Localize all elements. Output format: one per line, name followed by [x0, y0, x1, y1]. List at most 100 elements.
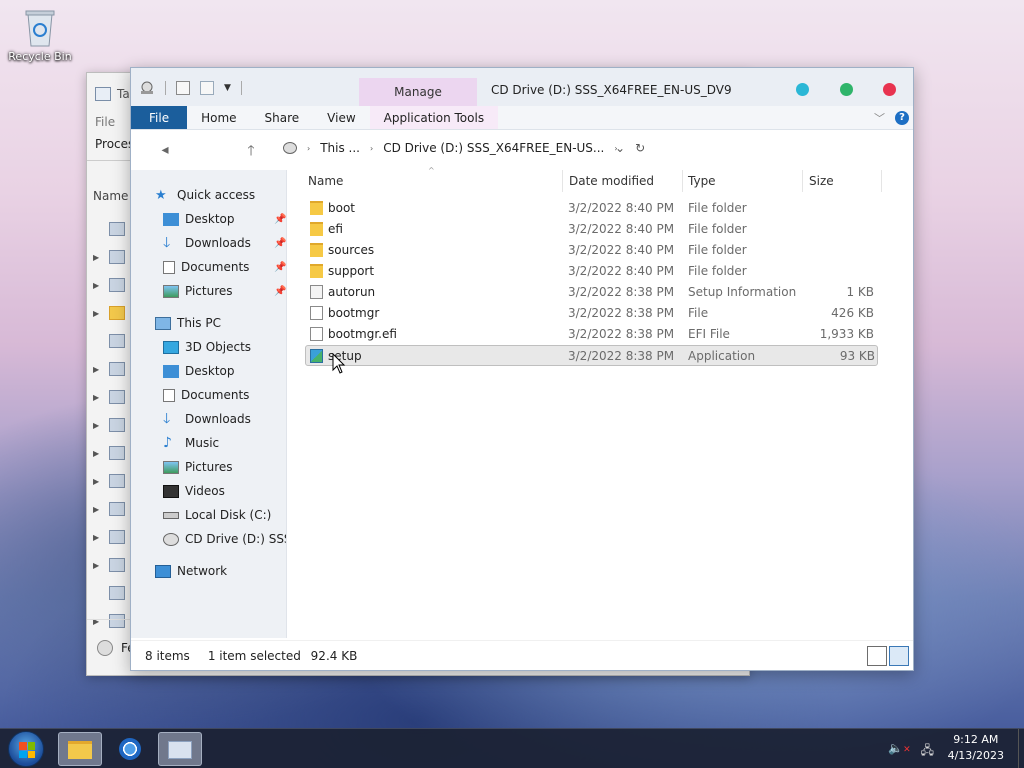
address-bar[interactable]: › This ... › CD Drive (D:) SSS_X64FREE_E…: [283, 141, 618, 155]
process-row[interactable]: ▶: [93, 299, 133, 327]
pin-icon[interactable]: 📌: [274, 286, 286, 297]
new-folder-icon[interactable]: [200, 81, 214, 95]
expand-arrow-icon[interactable]: ▶: [93, 421, 103, 430]
process-row[interactable]: [93, 579, 133, 607]
customize-toolbar-icon[interactable]: ▼: [224, 83, 231, 93]
expand-arrow-icon[interactable]: ▶: [93, 533, 103, 542]
show-desktop-button[interactable]: [1018, 729, 1024, 768]
nav-pc-music[interactable]: ♪ Music: [131, 431, 286, 455]
process-row[interactable]: ▶: [93, 551, 133, 579]
process-row[interactable]: ▶: [93, 355, 133, 383]
expand-ribbon-icon[interactable]: ﹀: [874, 110, 885, 126]
large-icons-view-icon[interactable]: [889, 646, 909, 666]
process-row[interactable]: ▶: [93, 271, 133, 299]
clock[interactable]: 9:12 AM 4/13/2023: [948, 732, 1004, 764]
volume-muted-icon[interactable]: 🔈✕: [888, 741, 911, 762]
breadcrumb-separator-icon[interactable]: ›: [370, 144, 373, 153]
file-row-sources[interactable]: sources 3/2/2022 8:40 PM File folder: [288, 240, 913, 261]
process-row[interactable]: ▶: [93, 467, 133, 495]
file-row-autorun[interactable]: autorun 3/2/2022 8:38 PM Setup Information…: [288, 282, 913, 303]
pin-icon[interactable]: 📌: [274, 262, 286, 273]
taskbar-task-manager-button[interactable]: [158, 732, 202, 766]
network-icon[interactable]: 🖧: [921, 741, 934, 762]
address-history-dropdown-icon[interactable]: ⌄: [615, 141, 625, 155]
up-arrow-icon[interactable]: 🡑: [239, 140, 263, 164]
column-header-name[interactable]: Name: [308, 174, 343, 188]
file-row-bootmgr-efi[interactable]: bootmgr.efi 3/2/2022 8:38 PM EFI File 1,933…: [288, 324, 913, 345]
nav-pc-desktop[interactable]: Desktop: [131, 359, 286, 383]
file-row-setup[interactable]: setup 3/2/2022 8:38 PM Application 93 KB: [305, 345, 878, 366]
expand-arrow-icon[interactable]: ▶: [93, 253, 103, 262]
help-icon[interactable]: ?: [895, 111, 909, 125]
process-row[interactable]: ▶: [93, 439, 133, 467]
nav-pc-local-disk[interactable]: Local Disk (C:): [131, 503, 286, 527]
nav-pc-pictures[interactable]: Pictures: [131, 455, 286, 479]
breadcrumb-this-pc[interactable]: This ...: [320, 141, 360, 155]
pin-icon[interactable]: 📌: [274, 214, 286, 225]
nav-qa-pictures[interactable]: Pictures 📌: [131, 279, 286, 303]
file-row-efi[interactable]: efi 3/2/2022 8:40 PM File folder: [288, 219, 913, 240]
breadcrumb-separator-icon[interactable]: ›: [307, 144, 310, 153]
minimize-button[interactable]: [796, 83, 809, 96]
details-view-icon[interactable]: [867, 646, 887, 666]
process-row[interactable]: ▶: [93, 495, 133, 523]
expand-arrow-icon[interactable]: ▶: [93, 281, 103, 290]
start-button[interactable]: [8, 731, 44, 767]
nav-qa-downloads[interactable]: 🡓 Downloads 📌: [131, 231, 286, 255]
column-header-type[interactable]: Type: [688, 174, 716, 188]
back-arrow-icon[interactable]: ◂: [153, 142, 177, 158]
nav-pc-downloads[interactable]: 🡓 Downloads: [131, 407, 286, 431]
file-row-bootmgr[interactable]: bootmgr 3/2/2022 8:38 PM File 426 KB: [288, 303, 913, 324]
nav-quick-access[interactable]: ★ Quick access: [131, 183, 286, 207]
process-row[interactable]: ▶: [93, 523, 133, 551]
explorer-titlebar[interactable]: ▼ Manage CD Drive (D:) SSS_X64FREE_EN-US…: [131, 68, 913, 106]
file-row-support[interactable]: support 3/2/2022 8:40 PM File folder: [288, 261, 913, 282]
column-divider[interactable]: [881, 170, 882, 192]
nav-pc-cd-drive[interactable]: CD Drive (D:) SSS_X64FREE_EN-US_DV9: [131, 527, 286, 551]
nav-pc-3d-objects[interactable]: 3D Objects: [131, 335, 286, 359]
maximize-button[interactable]: [840, 83, 853, 96]
nav-this-pc[interactable]: This PC: [131, 311, 286, 335]
expand-arrow-icon[interactable]: ▶: [93, 561, 103, 570]
tab-file[interactable]: File: [131, 106, 188, 129]
expand-arrow-icon[interactable]: ▶: [93, 449, 103, 458]
breadcrumb-cd-drive[interactable]: CD Drive (D:) SSS_X64FREE_EN-US...: [383, 141, 604, 155]
file-row-boot[interactable]: boot 3/2/2022 8:40 PM File folder: [288, 198, 913, 219]
fewer-details-icon[interactable]: [97, 639, 113, 656]
process-row[interactable]: ▶: [93, 411, 133, 439]
tab-view[interactable]: View: [313, 106, 369, 129]
taskbar-file-explorer-button[interactable]: [58, 732, 102, 766]
nav-network[interactable]: Network: [131, 559, 286, 583]
tab-application-tools[interactable]: Application Tools: [369, 106, 499, 129]
column-header-size[interactable]: Size: [809, 174, 834, 188]
nav-qa-desktop[interactable]: Desktop 📌: [131, 207, 286, 231]
process-row[interactable]: [93, 215, 133, 243]
close-button[interactable]: [883, 83, 896, 96]
nav-qa-documents[interactable]: Documents 📌: [131, 255, 286, 279]
column-divider[interactable]: [682, 170, 683, 192]
expand-arrow-icon[interactable]: ▶: [93, 505, 103, 514]
expand-arrow-icon[interactable]: ▶: [93, 365, 103, 374]
document-icon: [163, 260, 175, 274]
taskbar-chrome-button[interactable]: [108, 732, 152, 766]
process-row[interactable]: ▶: [93, 383, 133, 411]
nav-pc-videos[interactable]: Videos: [131, 479, 286, 503]
expand-arrow-icon[interactable]: ▶: [93, 477, 103, 486]
pin-icon[interactable]: 📌: [274, 238, 286, 249]
process-row[interactable]: [93, 327, 133, 355]
file-list-pane[interactable]: ^ Name Date modified Type Size boot 3/2/2…: [288, 166, 913, 638]
column-header-date-modified[interactable]: Date modified: [569, 174, 654, 188]
nav-pc-documents[interactable]: Documents: [131, 383, 286, 407]
refresh-icon[interactable]: ↻: [635, 141, 645, 155]
manage-contextual-tab[interactable]: Manage: [359, 78, 477, 106]
column-divider[interactable]: [802, 170, 803, 192]
tab-share[interactable]: Share: [251, 106, 314, 129]
expand-arrow-icon[interactable]: ▶: [93, 393, 103, 402]
tab-home[interactable]: Home: [187, 106, 250, 129]
recycle-bin-desktop-icon[interactable]: Recycle Bin: [8, 8, 72, 63]
process-row[interactable]: ▶: [93, 243, 133, 271]
file-explorer-window[interactable]: ▼ Manage CD Drive (D:) SSS_X64FREE_EN-US…: [130, 67, 914, 671]
column-divider[interactable]: [562, 170, 563, 192]
expand-arrow-icon[interactable]: ▶: [93, 309, 103, 318]
properties-icon[interactable]: [176, 81, 190, 95]
